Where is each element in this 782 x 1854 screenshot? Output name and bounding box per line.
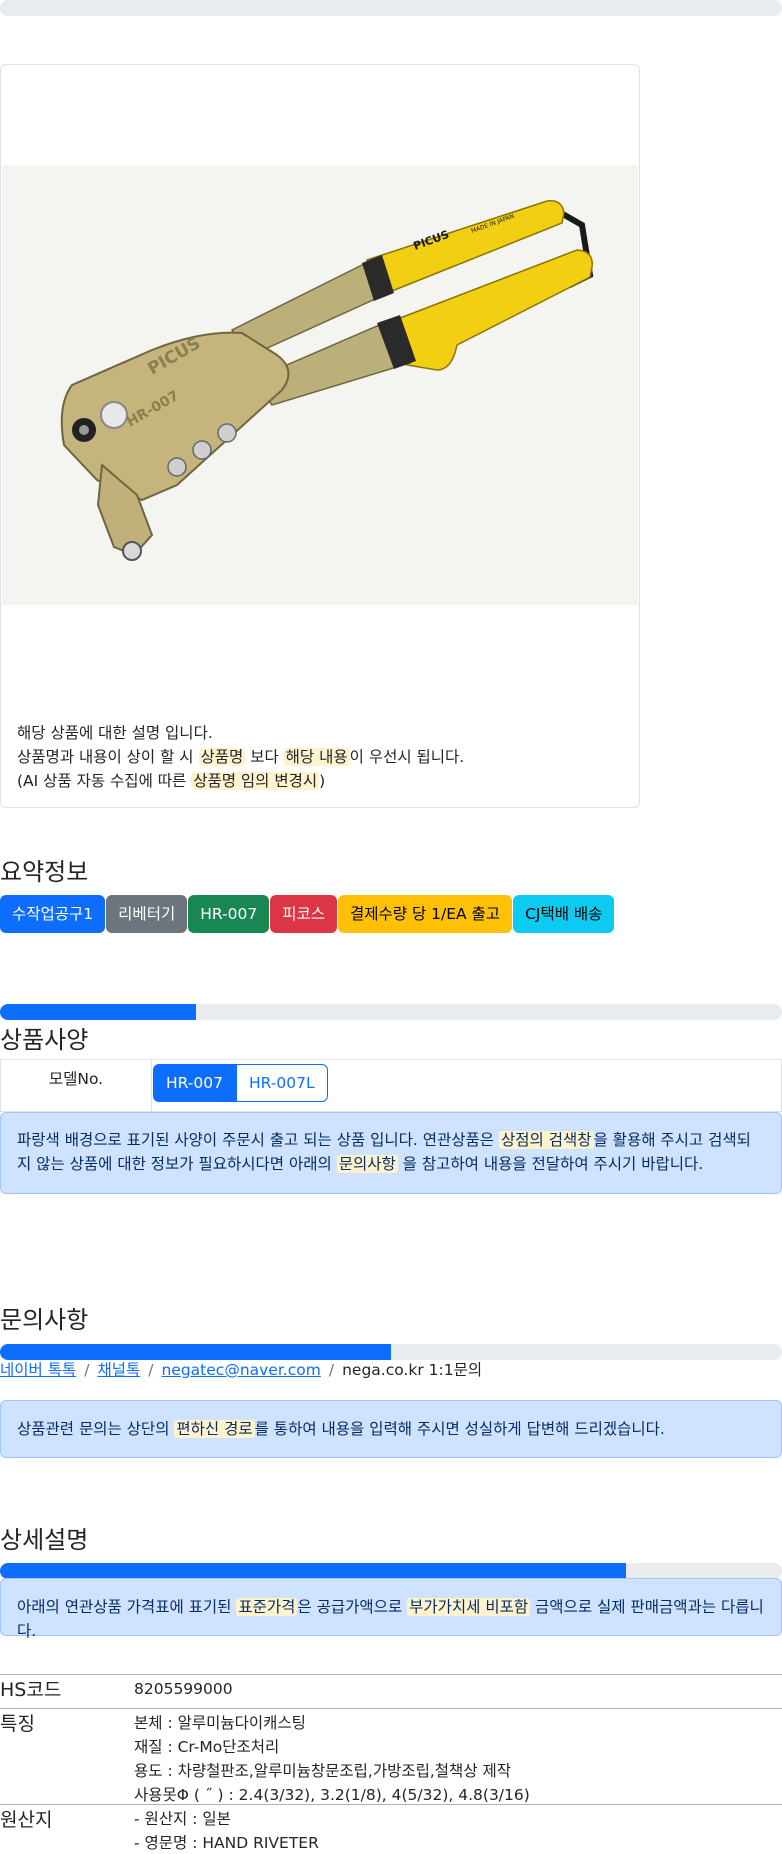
info-key: 원산지 — [0, 1809, 53, 1831]
info-value: 본체 : 알루미늄다이캐스팅 재질 : Cr-Mo단조처리 용도 : 차량철판조… — [134, 1714, 530, 1804]
spec-title: 상품사양 — [0, 1026, 89, 1054]
naver-talk-link[interactable]: 네이버 톡톡 — [0, 1361, 76, 1379]
model-option-selected[interactable]: HR-007 — [153, 1064, 236, 1102]
badge-brand[interactable]: 피코스 — [270, 895, 337, 933]
summary-badges: 수작업공구1 리베터기 HR-007 피코스 결제수량 당 1/EA 출고 CJ… — [0, 895, 615, 933]
highlight-product-name: 상품명 — [198, 748, 246, 766]
highlight-name-change: 상품명 임의 변경시 — [191, 772, 320, 790]
spec-table: 모델No. HR-007 HR-007L — [0, 1059, 782, 1112]
highlight-search: 상점의 검색창 — [499, 1131, 594, 1149]
detail-alert: 아래의 연관상품 가격표에 표기된 표준가격 은 공급가액으로 부가가치세 비포함… — [0, 1578, 782, 1640]
info-value: 8205599000 — [134, 1680, 233, 1698]
info-row-features: 특징 본체 : 알루미늄다이캐스팅 재질 : Cr-Mo단조처리 용도 : 차량… — [0, 1708, 782, 1804]
badge-shipping: CJ택배 배송 — [513, 895, 615, 933]
description-line-3: (AI 상품 자동 수집에 따른 상품명 임의 변경시) — [17, 772, 326, 790]
inquiry-links: 네이버 톡톡 / 채널톡 / negatec@naver.com / nega.co.kr … — [0, 1358, 482, 1382]
info-key: 특징 — [0, 1713, 35, 1735]
link-separator: / — [84, 1361, 90, 1379]
top-progress-bar — [0, 0, 782, 16]
inquiry-title: 문의사항 — [0, 1306, 89, 1334]
hand-riveter-illustration: PICUS HR-007 PICUS MADE IN JAPAN — [2, 165, 638, 605]
badge-category[interactable]: 수작업공구1 — [0, 895, 106, 933]
model-option[interactable]: HR-007L — [235, 1064, 328, 1102]
highlight-content: 해당 내용 — [283, 748, 350, 766]
badge-quantity: 결제수량 당 1/EA 출고 — [337, 895, 513, 933]
detail-progress-fill — [0, 1563, 626, 1579]
highlight-inquiry: 문의사항 — [336, 1155, 398, 1173]
spec-progress-fill — [0, 1004, 196, 1020]
email-link[interactable]: negatec@naver.com — [161, 1361, 320, 1379]
highlight-vat: 부가가치세 비포함 — [407, 1598, 531, 1616]
summary-title: 요약정보 — [0, 858, 89, 886]
product-description: 해당 상품에 대한 설명 입니다. 상품명과 내용이 상이 할 시 상품명 보다… — [17, 721, 627, 793]
badge-subcategory[interactable]: 리베터기 — [106, 895, 188, 933]
model-options: HR-007 HR-007L — [153, 1064, 328, 1102]
spec-progress-bar — [0, 1004, 782, 1020]
info-row-hs-code: HS코드 8205599000 — [0, 1674, 782, 1708]
channel-talk-link[interactable]: 채널톡 — [97, 1361, 140, 1379]
description-line-1: 해당 상품에 대한 설명 입니다. — [17, 724, 213, 742]
inquiry-alert: 상품관련 문의는 상단의 편하신 경로 를 통하여 내용을 입력해 주시면 성실하… — [0, 1400, 782, 1458]
highlight-route: 편하신 경로 — [174, 1420, 255, 1438]
link-separator: / — [148, 1361, 154, 1379]
info-row-origin: 원산지 - 원산지 : 일본 - 영문명 : HAND RIVETER — [0, 1804, 782, 1854]
detail-progress-bar — [0, 1563, 782, 1579]
detail-title: 상세설명 — [0, 1526, 89, 1554]
description-line-2: 상품명과 내용이 상이 할 시 상품명 보다 해당 내용 이 우선시 됩니다. — [17, 748, 465, 766]
highlight-standard-price: 표준가격 — [236, 1598, 298, 1616]
product-image: PICUS HR-007 PICUS MADE IN JAPAN — [2, 165, 638, 605]
badge-model[interactable]: HR-007 — [188, 895, 270, 933]
info-key: HS코드 — [0, 1679, 62, 1701]
site-inquiry-text: nega.co.kr 1:1문의 — [342, 1361, 483, 1379]
link-separator: / — [328, 1361, 335, 1379]
product-card: PICUS HR-007 PICUS MADE IN JAPAN 해당 상품에 … — [0, 64, 640, 808]
model-label: 모델No. — [1, 1060, 152, 1111]
spec-alert: 파랑색 배경으로 표기된 사양이 주문시 출고 되는 상품 입니다. 연관상품은… — [0, 1112, 782, 1194]
info-value: - 원산지 : 일본 - 영문명 : HAND RIVETER — [134, 1810, 319, 1852]
